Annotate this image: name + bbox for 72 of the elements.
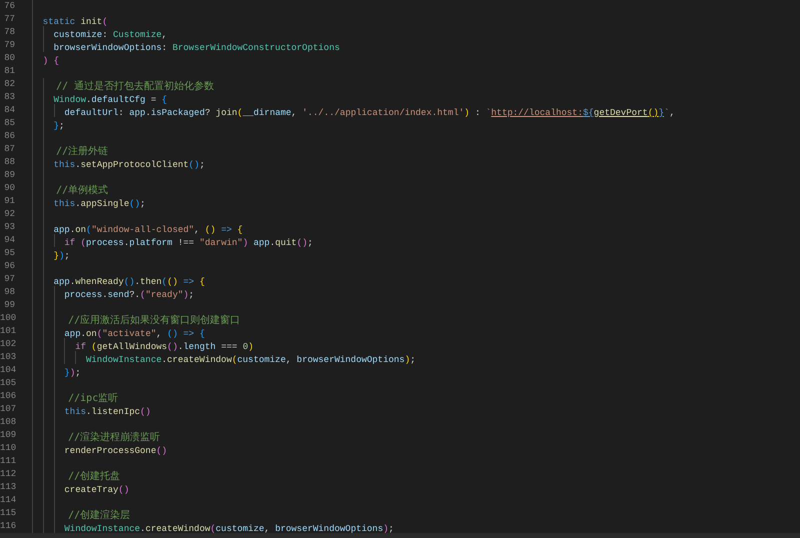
line-number: 111	[0, 455, 15, 468]
line-number: 113	[0, 481, 15, 494]
line-number: 103	[0, 351, 15, 364]
code-line: process.send?.("ready");	[63, 290, 194, 300]
line-number: 112	[0, 468, 15, 481]
line-number: 90	[3, 182, 15, 195]
line-number: 110	[0, 442, 15, 455]
code-line: };	[52, 121, 64, 131]
line-number: 106	[0, 390, 15, 403]
code-line: });	[52, 251, 70, 261]
line-number: 87	[3, 143, 15, 156]
code-line: //创建托盘	[67, 471, 120, 482]
line-number: 94	[3, 234, 15, 247]
line-number: 93	[3, 221, 15, 234]
code-line: WindowInstance.createWindow(customize, browserWindowOptions);	[63, 524, 394, 533]
line-number: 83	[3, 91, 15, 104]
code-line: //渲染进程崩溃监听	[67, 432, 160, 443]
line-number: 96	[3, 260, 15, 273]
code-line: //单例模式	[55, 185, 108, 196]
line-number: 77	[3, 13, 15, 26]
code-line: ) {	[42, 56, 60, 66]
line-number: 114	[0, 494, 15, 507]
line-number: 76	[3, 0, 15, 13]
line-number: 102	[0, 338, 15, 351]
line-number: 104	[0, 364, 15, 377]
line-number: 91	[3, 195, 15, 208]
code-line: //注册外链	[55, 146, 108, 157]
code-line: //应用激活后如果没有窗口则创建窗口	[67, 315, 240, 326]
code-line: createTray()	[63, 485, 130, 495]
code-line: app.on("window-all-closed", () => {	[52, 225, 243, 235]
code-line: renderProcessGone()	[63, 446, 168, 456]
line-number: 99	[3, 299, 15, 312]
code-line: if (getAllWindows().length === 0)	[74, 342, 254, 352]
line-number: 89	[3, 169, 15, 182]
line-number: 82	[3, 78, 15, 91]
line-number: 108	[0, 416, 15, 429]
code-line: static init(	[42, 17, 108, 27]
code-line: });	[63, 368, 81, 378]
line-number: 92	[3, 208, 15, 221]
code-line: //ipc监听	[67, 393, 118, 404]
line-number: 115	[0, 507, 15, 520]
line-number: 97	[3, 273, 15, 286]
line-number: 98	[3, 286, 15, 299]
code-line: WindowInstance.createWindow(customize, browserWindowOptions);	[85, 355, 416, 365]
line-number: 101	[0, 325, 15, 338]
code-line: app.whenReady().then(() => {	[52, 277, 205, 287]
code-line: this.listenIpc()	[63, 407, 151, 417]
line-number: 88	[3, 156, 15, 169]
line-number: 79	[3, 39, 15, 52]
line-number: 105	[0, 377, 15, 390]
line-number: 84	[3, 104, 15, 117]
line-number: 95	[3, 247, 15, 260]
code-line: // 通过是否打包去配置初始化参数	[55, 81, 214, 92]
code-line: customize: Customize,	[52, 30, 168, 40]
code-line: this.setAppProtocolClient();	[52, 160, 205, 170]
line-number: 86	[3, 130, 15, 143]
code-line: defaultUrl: app.isPackaged? join(__dirname, '../../application/index.html') : `http://localhost:${getDevPort()}`,	[63, 108, 675, 118]
code-line: Window.defaultCfg = {	[52, 95, 168, 105]
code-line: this.appSingle();	[52, 199, 146, 209]
code-line: app.on("activate", () => {	[63, 329, 205, 339]
code-line: //创建渲染层	[67, 510, 130, 521]
line-number: 109	[0, 429, 15, 442]
line-number: 116	[0, 520, 15, 533]
line-number: 100	[0, 312, 15, 325]
code-line: if (process.platform !== "darwin") app.quit();	[63, 238, 313, 248]
code-line: browserWindowOptions: BrowserWindowConstructorOptions	[52, 43, 340, 53]
line-number: 78	[3, 26, 15, 39]
line-number: 85	[3, 117, 15, 130]
line-number: 81	[3, 65, 15, 78]
line-number: 80	[3, 52, 15, 65]
line-number: 107	[0, 403, 15, 416]
code-editor[interactable]	[0, 0, 800, 538]
